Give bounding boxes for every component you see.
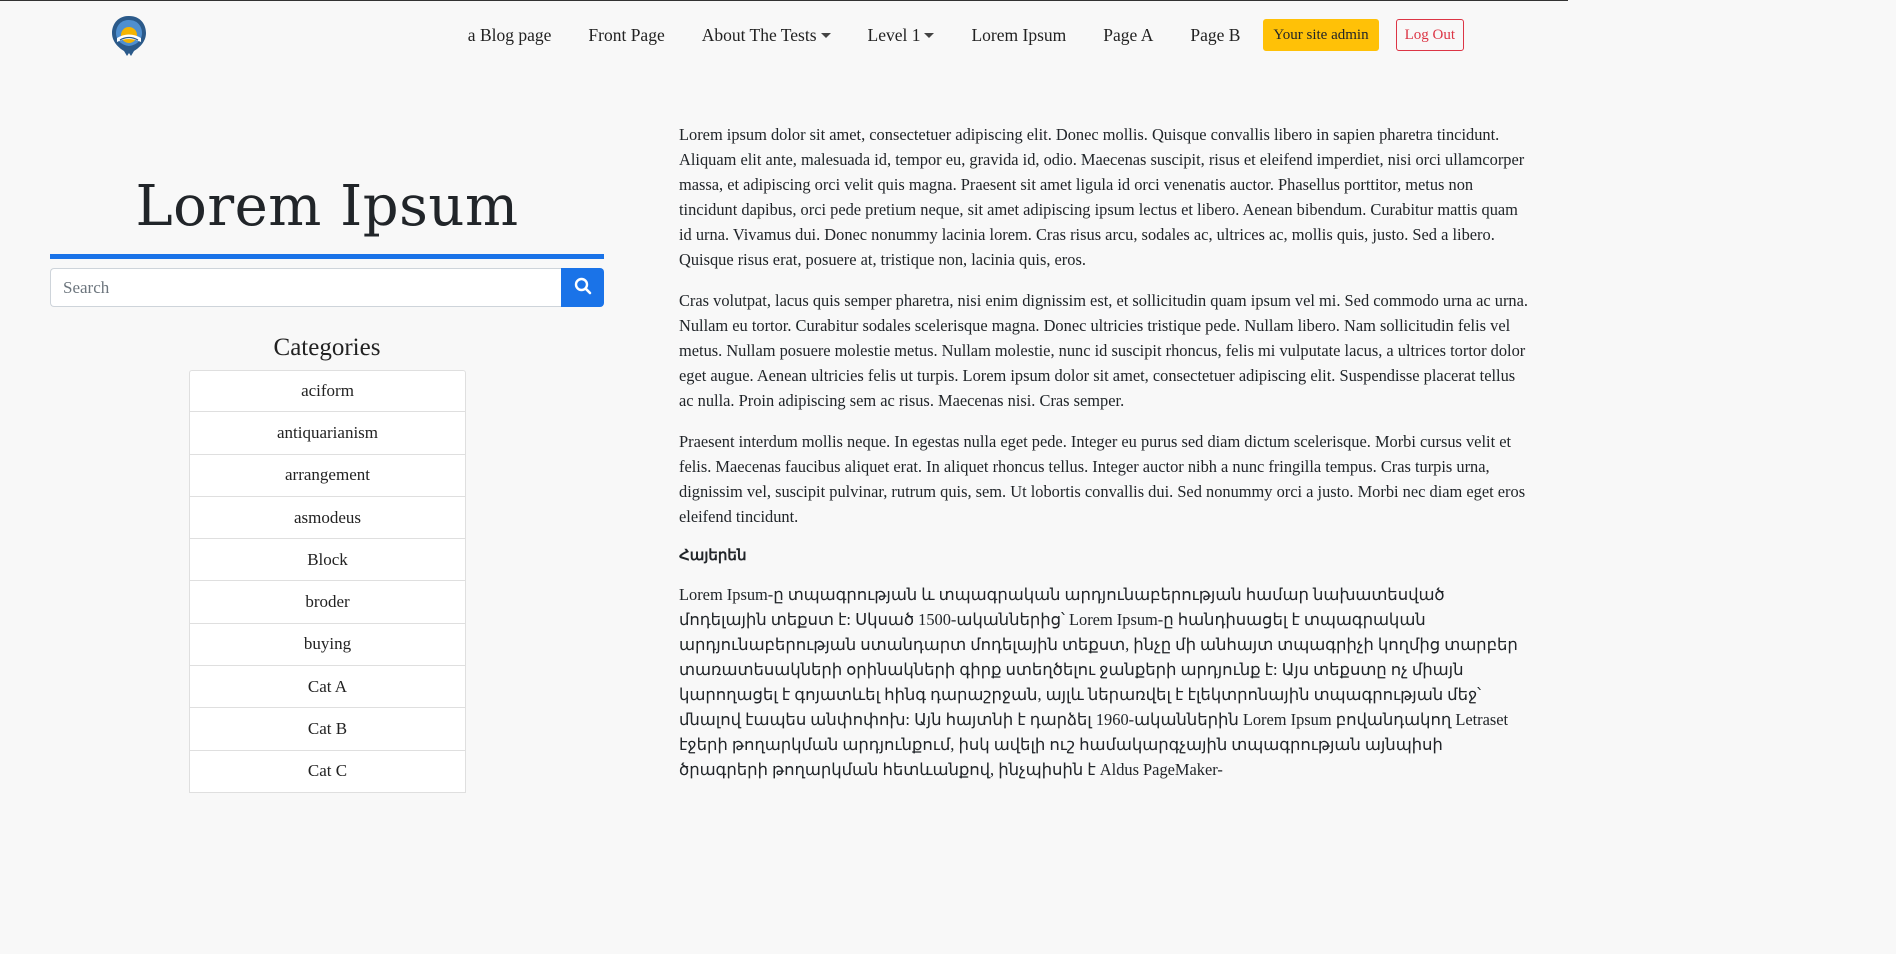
logout-button[interactable]: Log Out bbox=[1395, 19, 1464, 51]
search-bar bbox=[50, 268, 604, 307]
nav-link-lorem-ipsum[interactable]: Lorem Ipsum bbox=[971, 25, 1066, 46]
caret-down-icon bbox=[820, 33, 831, 38]
nav-link-label: Level 1 bbox=[867, 24, 921, 45]
category-item[interactable]: asmodeus bbox=[189, 496, 466, 540]
content-paragraph: Praesent interdum mollis neque. In egest… bbox=[679, 432, 1526, 526]
armenian-heading: Հայերեն bbox=[679, 548, 747, 564]
nav-link-label: a Blog page bbox=[467, 24, 552, 45]
category-item[interactable]: Block bbox=[189, 539, 466, 582]
nav-dropdown-level-1[interactable]: Level 1 bbox=[868, 25, 935, 46]
site-logo-icon[interactable] bbox=[108, 13, 150, 57]
nav-link-page-a[interactable]: Page A bbox=[1103, 25, 1153, 46]
nav-link-label: Page A bbox=[1103, 24, 1154, 45]
nav-link-label: Lorem Ipsum bbox=[971, 24, 1067, 45]
nav-link-front-page[interactable]: Front Page bbox=[588, 25, 664, 46]
content-paragraph: Lorem ipsum dolor sit amet, consectetuer… bbox=[679, 125, 1525, 269]
category-item[interactable]: broder bbox=[189, 581, 466, 624]
category-item[interactable]: Cat B bbox=[189, 708, 466, 751]
category-item[interactable]: buying bbox=[189, 623, 466, 667]
search-button[interactable] bbox=[561, 268, 604, 307]
nav-menu: a Blog page Front Page About The Tests L… bbox=[468, 19, 1464, 51]
content-paragraph: Lorem Ipsum-ը տպագրության և տպագրական ար… bbox=[679, 585, 1518, 779]
nav-link-label: Front Page bbox=[588, 24, 665, 45]
caret-down-icon bbox=[924, 33, 935, 38]
nav-link-page-b[interactable]: Page B bbox=[1190, 25, 1240, 46]
navbar: a Blog page Front Page About The Tests L… bbox=[0, 1, 1568, 67]
search-icon bbox=[574, 277, 592, 298]
categories-heading: Categories bbox=[273, 334, 381, 361]
page-title: Lorem Ipsum bbox=[135, 174, 519, 239]
search-input[interactable] bbox=[50, 268, 561, 307]
main-content: Lorem ipsum dolor sit amet, consectetuer… bbox=[679, 122, 1529, 798]
category-item[interactable]: antiquarianism bbox=[189, 412, 466, 455]
category-item[interactable]: Cat A bbox=[189, 666, 466, 709]
nav-dropdown-about[interactable]: About The Tests bbox=[702, 25, 831, 46]
nav-link-blog[interactable]: a Blog page bbox=[468, 25, 552, 46]
title-divider bbox=[50, 254, 604, 259]
category-item[interactable]: aciform bbox=[189, 370, 466, 413]
category-item[interactable]: arrangement bbox=[189, 454, 466, 497]
category-item[interactable]: Cat C bbox=[189, 750, 466, 793]
nav-link-label: About The Tests bbox=[701, 24, 817, 45]
categories-list: aciform antiquarianism arrangement asmod… bbox=[189, 370, 466, 793]
site-admin-button[interactable]: Your site admin bbox=[1263, 19, 1379, 51]
nav-link-label: Page B bbox=[1190, 24, 1241, 45]
content-paragraph: Cras volutpat, lacus quis semper pharetr… bbox=[679, 291, 1528, 410]
